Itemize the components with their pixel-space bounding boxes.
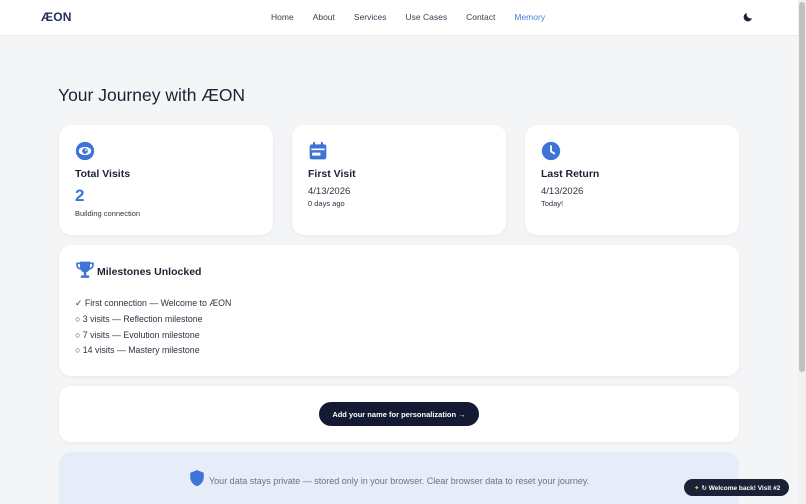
total-visits-subtext: Building connection [75, 209, 141, 218]
scrollbar[interactable] [798, 0, 806, 504]
add-name-button[interactable]: Add your name for personalization → [319, 402, 479, 426]
eye-icon [75, 141, 95, 161]
first-visit-date: 4/13/2026 [308, 186, 351, 197]
milestone-item: ○ 3 visits — Reflection milestone [75, 313, 203, 324]
sparkle-icon: ✦ [694, 484, 700, 492]
milestones-list: ✓ First connection — Welcome to ÆON ○ 3 … [75, 296, 231, 359]
nav-link-memory[interactable]: Memory [514, 12, 545, 22]
nav-link-use-cases[interactable]: Use Cases [406, 12, 448, 22]
calendar-icon [309, 141, 327, 160]
total-visits-title: Total Visits [75, 168, 131, 180]
clock-icon [541, 141, 561, 161]
page-title: Your Journey with ÆON [58, 85, 246, 105]
last-return-subtext: Today! [541, 199, 564, 208]
trophy-icon [76, 261, 94, 278]
privacy-text: Your data stays private — stored only in… [209, 476, 590, 486]
milestones-card: Milestones Unlocked ✓ First connection —… [59, 245, 739, 376]
last-return-title: Last Return [541, 168, 600, 180]
first-visit-title: First Visit [308, 168, 356, 180]
first-visit-card: First Visit 4/13/2026 0 days ago [292, 125, 506, 235]
total-visits-card: Total Visits 2 Building connection [59, 125, 273, 235]
shield-icon [190, 470, 204, 487]
milestone-item: ○ 7 visits — Evolution milestone [75, 329, 200, 340]
moon-icon[interactable] [742, 11, 754, 23]
milestones-title: Milestones Unlocked [97, 266, 202, 278]
nav-link-services[interactable]: Services [354, 12, 387, 22]
milestone-item: ○ 14 visits — Mastery milestone [75, 345, 200, 356]
nav-links: Home About Services Use Cases Contact Me… [271, 12, 564, 22]
milestone-item: ✓ First connection — Welcome to ÆON [75, 298, 232, 308]
welcome-toast[interactable]: ✦ ↻ Welcome back! Visit #2 [684, 479, 789, 496]
personalization-card: Add your name for personalization → [59, 386, 739, 442]
scrollbar-thumb[interactable] [799, 2, 805, 372]
nav-link-about[interactable]: About [313, 12, 335, 22]
navbar: ÆON Home About Services Use Cases Contac… [0, 0, 798, 36]
first-visit-subtext: 0 days ago [308, 199, 345, 208]
last-return-card: Last Return 4/13/2026 Today! [525, 125, 739, 235]
total-visits-value: 2 [75, 186, 85, 205]
nav-link-contact[interactable]: Contact [466, 12, 495, 22]
nav-link-home[interactable]: Home [271, 12, 294, 22]
logo[interactable]: ÆON [41, 10, 72, 24]
last-return-date: 4/13/2026 [541, 186, 584, 197]
toast-text: ↻ Welcome back! Visit #2 [701, 484, 781, 492]
privacy-notice: Your data stays private — stored only in… [59, 452, 739, 504]
